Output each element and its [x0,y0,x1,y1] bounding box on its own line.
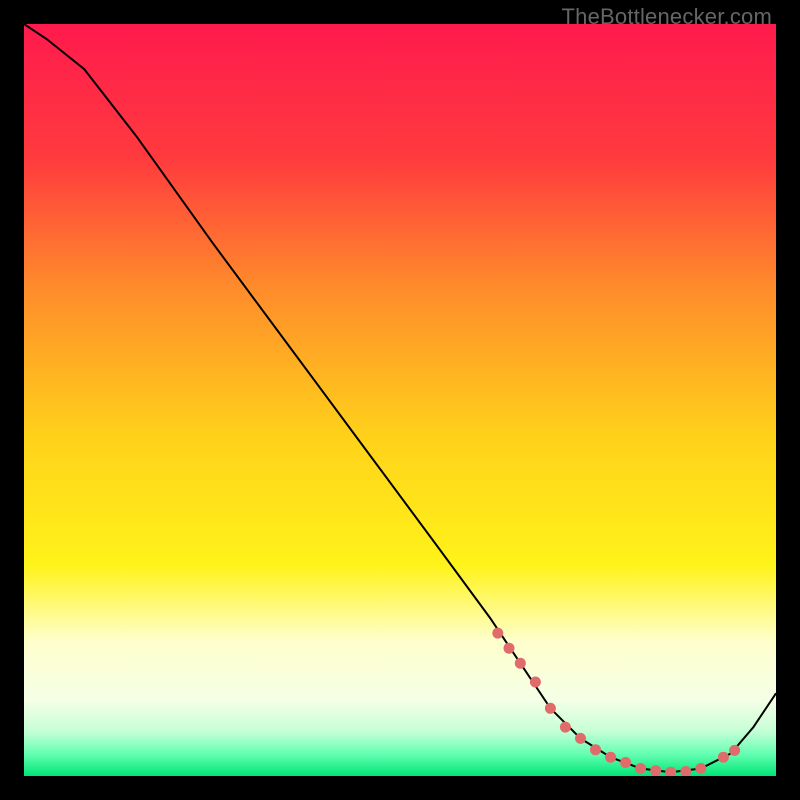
watermark-text: TheBottlenecker.com [562,4,772,30]
dot [635,763,646,774]
dot [560,722,571,733]
dot [695,763,706,774]
dot [545,703,556,714]
dot [718,752,729,763]
dot [515,658,526,669]
dot [575,733,586,744]
dot [729,745,740,756]
chart-frame [24,24,776,776]
dot [492,628,503,639]
dot [504,643,515,654]
chart-svg [24,24,776,776]
dot [620,757,631,768]
dot [590,744,601,755]
dot [650,765,661,776]
dot [605,752,616,763]
dot [530,677,541,688]
